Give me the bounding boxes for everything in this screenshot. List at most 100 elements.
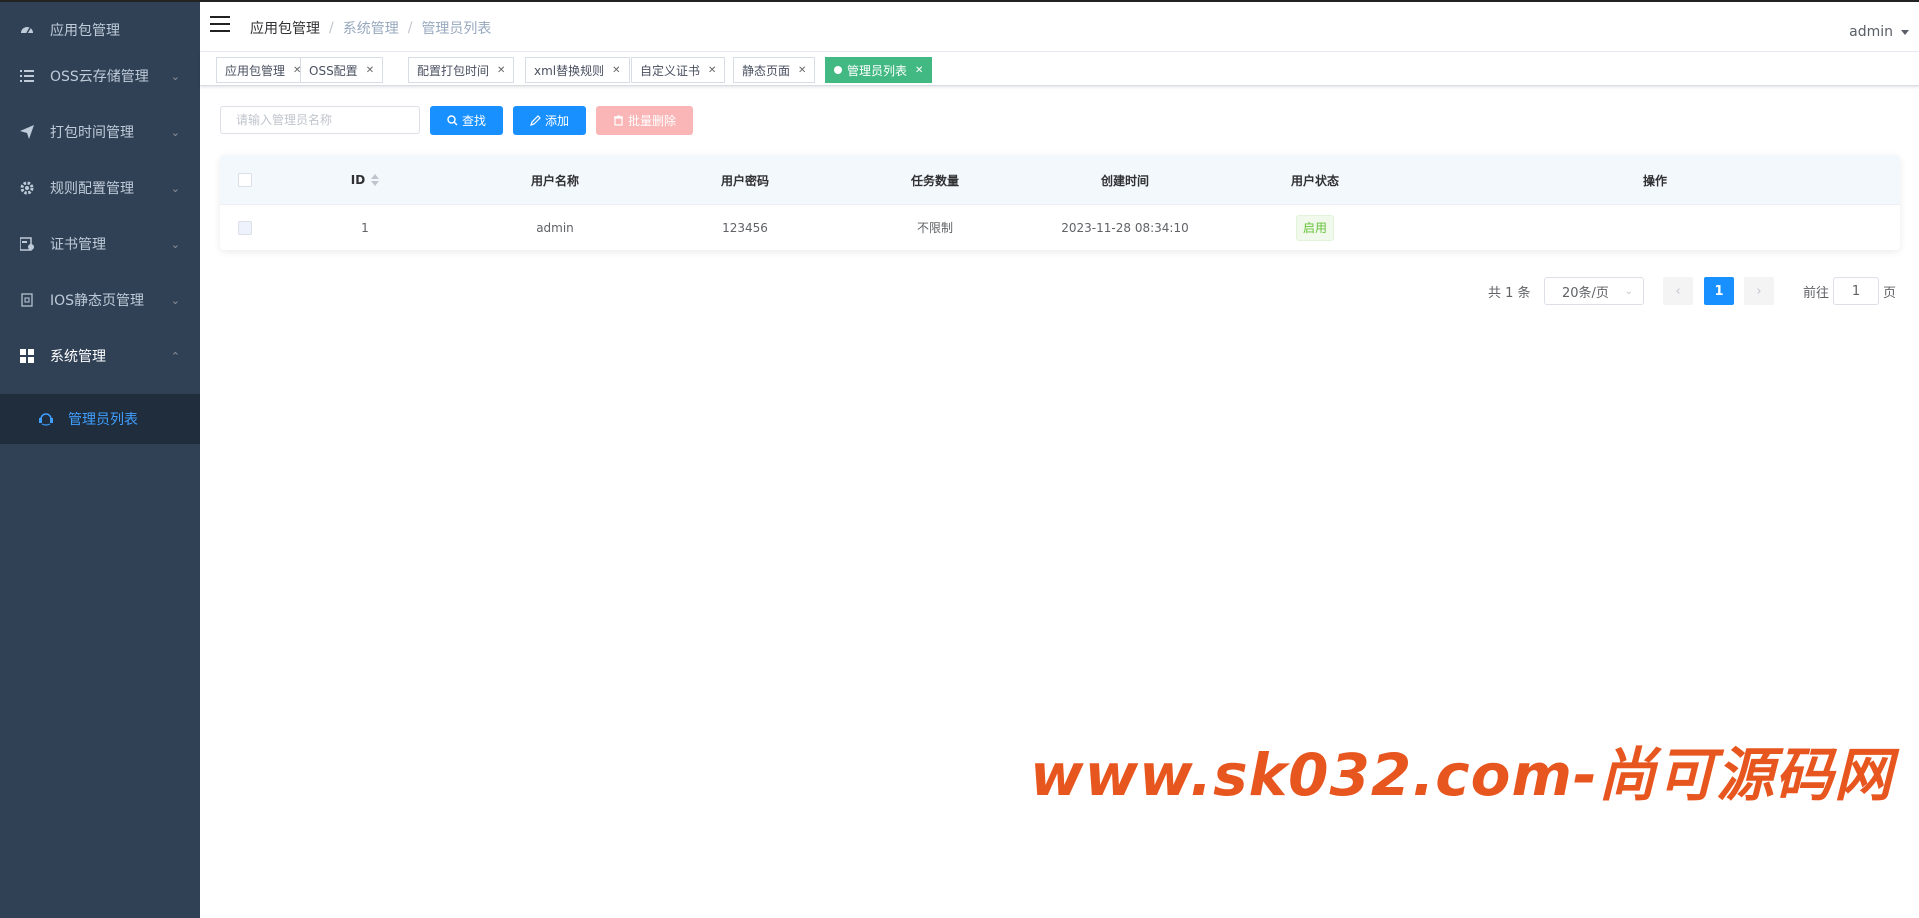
cell-actions [1410, 205, 1900, 250]
tag-label: 自定义证书 [640, 63, 701, 78]
close-icon[interactable]: ✕ [497, 65, 505, 76]
page-icon [19, 292, 35, 308]
column-header-id[interactable]: ID [270, 155, 460, 205]
chevron-down-icon: ⌄ [170, 293, 180, 307]
cell-id: 1 [361, 220, 369, 235]
grid-icon [19, 348, 35, 364]
sidebar-item-pack-time[interactable]: 打包时间管理 ⌄ [0, 104, 200, 160]
column-header-label: ID [350, 173, 366, 187]
chevron-down-icon: ⌄ [170, 125, 180, 139]
close-icon[interactable]: ✕ [708, 65, 716, 76]
tags-view: 应用包管理 ✕ OSS配置 ✕ 配置打包时间 ✕ xml替换规则 ✕ 自定义证书 ✕ 静态… [200, 52, 1919, 86]
column-header-status: 用户状态 [1290, 173, 1339, 188]
breadcrumb-separator: / [329, 20, 334, 36]
search-button-label: 查找 [461, 114, 486, 128]
add-button[interactable]: 添加 [513, 106, 586, 135]
status-badge: 启用 [1295, 214, 1334, 241]
sidebar-item-label: OSS云存储管理 [50, 69, 149, 85]
next-page-button[interactable]: › [1744, 277, 1774, 305]
column-header-created: 创建时间 [1100, 173, 1149, 188]
cell-created: 2023-11-28 08:34:10 [1061, 220, 1189, 235]
cell-tasks: 不限制 [916, 221, 953, 235]
close-icon[interactable]: ✕ [915, 65, 923, 76]
sidebar-item-label: 打包时间管理 [50, 125, 134, 141]
user-icon [38, 411, 54, 427]
tag-xml-rules[interactable]: xml替换规则 ✕ [525, 57, 630, 83]
sidebar-item-label: 证书管理 [50, 237, 106, 253]
column-header-password: 用户密码 [720, 173, 769, 188]
tag-oss-config[interactable]: OSS配置 ✕ [300, 57, 384, 83]
tag-custom-cert[interactable]: 自定义证书 ✕ [631, 57, 726, 83]
watermark-text: www.sk032.com-尚可源码网 [1030, 741, 1894, 809]
column-header-username: 用户名称 [530, 173, 579, 188]
list-icon [19, 68, 35, 84]
tag-label: 应用包管理 [225, 63, 286, 78]
username: admin [1849, 24, 1893, 40]
breadcrumb-item: 系统管理 [342, 21, 399, 37]
gear-icon [19, 180, 35, 196]
prev-page-button[interactable]: ‹ [1663, 277, 1693, 305]
breadcrumb: 应用包管理 / 系统管理 / 管理员列表 [250, 18, 491, 38]
tag-label: xml替换规则 [534, 63, 605, 78]
sidebar-item-certificates[interactable]: 证书管理 ⌄ [0, 216, 200, 272]
tag-label: 静态页面 [742, 63, 791, 78]
cell-password: 123456 [722, 220, 768, 235]
row-checkbox[interactable] [238, 220, 252, 235]
trash-icon [613, 115, 623, 126]
tag-admin-list[interactable]: 管理员列表 ✕ [825, 57, 933, 83]
sidebar-item-ios-static[interactable]: IOS静态页管理 ⌄ [0, 272, 200, 328]
select-all-cell [220, 155, 270, 205]
breadcrumb-item: 管理员列表 [421, 21, 492, 37]
pagination-total: 共 1 条 [1488, 285, 1531, 301]
dashboard-icon [19, 22, 35, 38]
certificate-icon [19, 236, 35, 252]
sidebar-item-label: IOS静态页管理 [50, 293, 145, 309]
sidebar-item-rules[interactable]: 规则配置管理 ⌄ [0, 160, 200, 216]
batch-delete-button-label: 批量删除 [627, 114, 676, 128]
tag-static-page[interactable]: 静态页面 ✕ [733, 57, 816, 83]
chevron-left-icon: ‹ [1675, 283, 1681, 299]
page-size-value: 20条/页 [1562, 285, 1609, 301]
search-button[interactable]: 查找 [430, 106, 503, 135]
close-icon[interactable]: ✕ [366, 65, 374, 76]
tag-label: OSS配置 [309, 63, 358, 78]
tag-app-package[interactable]: 应用包管理 ✕ [216, 57, 311, 83]
page-size-select[interactable]: 20条/页 ⌄ [1544, 277, 1644, 305]
row-select-cell [220, 205, 270, 250]
user-menu[interactable]: admin [1849, 24, 1909, 40]
admin-name-search-input[interactable] [220, 106, 420, 134]
breadcrumb-item[interactable]: 应用包管理 [250, 18, 320, 38]
sidebar: 应用包管理 OSS云存储管理 ⌄ 打包时间管理 ⌄ 规则配置管理 ⌄ 证书管理 … [0, 2, 200, 918]
edit-icon [530, 115, 541, 126]
column-header-tasks: 任务数量 [910, 173, 959, 188]
sidebar-item-label: 应用包管理 [50, 23, 120, 39]
chevron-down-icon: ⌄ [1624, 286, 1633, 297]
tag-label: 管理员列表 [847, 63, 908, 78]
batch-delete-button[interactable]: 批量删除 [596, 106, 693, 135]
table-row: 1 admin 123456 不限制 2023-11-28 08:34:10 启… [220, 205, 1900, 250]
cell-status: 启用 [1220, 205, 1410, 250]
select-all-checkbox[interactable] [238, 173, 252, 187]
tag-pack-time[interactable]: 配置打包时间 ✕ [408, 57, 515, 83]
column-header-actions: 操作 [1642, 173, 1667, 188]
sidebar-subitem-admin-list[interactable]: 管理员列表 [0, 394, 200, 444]
chevron-up-icon: ⌃ [170, 349, 180, 363]
close-icon[interactable]: ✕ [612, 65, 620, 76]
goto-label: 前往 [1803, 285, 1830, 301]
sidebar-subitem-label: 管理员列表 [68, 412, 138, 428]
add-button-label: 添加 [544, 114, 569, 128]
table-header: ID 用户名称 用户密码 任务数量 创建时间 用户状态 操作 [220, 155, 1900, 205]
page-number-current[interactable]: 1 [1704, 277, 1734, 305]
active-dot-icon [834, 66, 842, 74]
chevron-down-icon: ⌄ [170, 237, 180, 251]
goto-page-input[interactable] [1833, 277, 1879, 305]
sidebar-item-system[interactable]: 系统管理 ⌃ [0, 328, 200, 384]
sort-icon[interactable] [371, 174, 380, 186]
hamburger-menu-icon[interactable] [210, 16, 230, 34]
search-icon [447, 115, 458, 126]
breadcrumb-separator: / [407, 20, 413, 36]
sidebar-item-label: 系统管理 [50, 349, 106, 365]
navbar: 应用包管理 / 系统管理 / 管理员列表 admin [200, 2, 1919, 52]
sidebar-item-oss[interactable]: OSS云存储管理 ⌄ [0, 48, 200, 104]
close-icon[interactable]: ✕ [798, 65, 806, 76]
